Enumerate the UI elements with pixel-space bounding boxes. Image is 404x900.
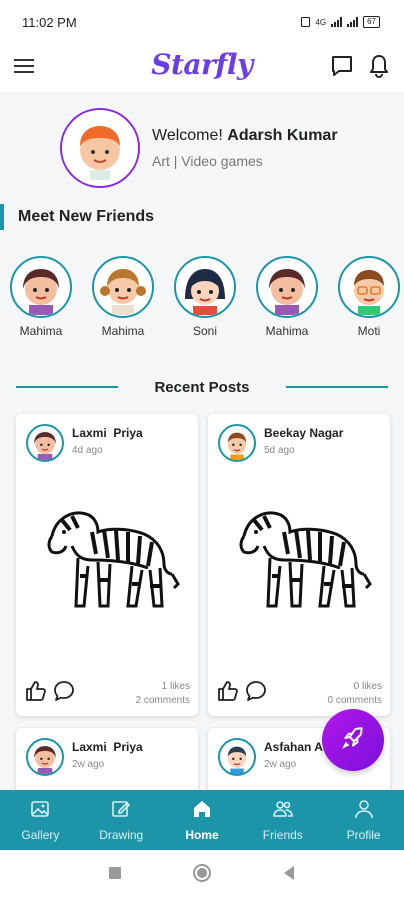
nav-label: Friends: [262, 827, 303, 842]
drawing-icon: [111, 799, 131, 824]
back-icon[interactable]: [282, 865, 296, 886]
status-bar: 11:02 PM 4G 67: [0, 0, 404, 44]
post-time: 4d ago: [72, 445, 103, 456]
friend-item[interactable]: Soni: [174, 256, 236, 338]
friend-item[interactable]: Mahima: [256, 256, 318, 338]
profile-icon: [354, 799, 374, 824]
nav-friends[interactable]: Friends: [242, 790, 323, 850]
system-nav-bar: [0, 850, 404, 900]
welcome-card: Welcome! Adarsh Kumar Art | Video games: [60, 108, 338, 188]
home-icon: [192, 799, 212, 824]
post-card[interactable]: Laxmi Priya 2w ago: [16, 728, 198, 790]
bottom-nav: Gallery Drawing Home Friends Profile: [0, 790, 404, 850]
nav-label: Drawing: [99, 827, 144, 842]
battery-icon: 67: [363, 16, 380, 28]
post-time: 5d ago: [264, 445, 295, 456]
nav-drawing[interactable]: Drawing: [81, 790, 162, 850]
status-icons: 4G 67: [301, 16, 380, 28]
nfc-icon: [301, 17, 311, 27]
friend-item[interactable]: Mahima: [10, 256, 72, 338]
friend-name: Mahima: [265, 324, 309, 338]
post-author-avatar[interactable]: [218, 738, 256, 776]
like-icon[interactable]: [216, 679, 240, 708]
like-icon[interactable]: [24, 679, 48, 708]
comments-count: 2 comments: [135, 695, 190, 706]
friend-name: Mahima: [101, 324, 145, 338]
nav-label: Gallery: [21, 827, 60, 842]
friend-avatar: [256, 256, 318, 318]
signal-2-icon: [347, 17, 359, 27]
comment-icon[interactable]: [52, 679, 76, 708]
menu-icon[interactable]: [14, 57, 36, 80]
post-author-name[interactable]: Laxmi Priya: [72, 426, 143, 440]
rocket-icon: [340, 725, 366, 756]
friend-item[interactable]: Mahima: [92, 256, 154, 338]
gallery-icon: [30, 799, 50, 824]
post-image[interactable]: [16, 476, 198, 646]
recent-posts-heading: Recent Posts: [0, 376, 404, 398]
post-time: 2w ago: [72, 759, 105, 770]
post-card[interactable]: Laxmi Priya 4d ago 1 likes 2 comments: [16, 414, 198, 716]
post-author-avatar[interactable]: [26, 424, 64, 462]
friend-avatar: [10, 256, 72, 318]
nav-gallery[interactable]: Gallery: [0, 790, 81, 850]
friend-name: Soni: [192, 324, 218, 338]
friend-name: Mahima: [19, 324, 63, 338]
app-header: Starfly: [0, 44, 404, 92]
user-avatar[interactable]: [60, 108, 140, 188]
post-card[interactable]: Beekay Nagar 5d ago 0 likes 0 comments: [208, 414, 390, 716]
divider: [286, 386, 388, 388]
bell-icon[interactable]: [368, 54, 390, 83]
friend-avatar: [92, 256, 154, 318]
meet-friends-heading: Meet New Friends: [0, 204, 154, 230]
friends-list: Mahima Mahima Soni Mahima Moti: [10, 256, 400, 338]
post-author-name[interactable]: Asfahan A: [264, 740, 323, 754]
nav-label: Profile: [346, 827, 381, 842]
post-author-name[interactable]: Laxmi Priya: [72, 740, 143, 754]
post-author-avatar[interactable]: [218, 424, 256, 462]
divider: [16, 386, 118, 388]
network-label: 4G: [315, 17, 327, 27]
greeting-label: Welcome!: [152, 127, 223, 144]
chat-icon[interactable]: [330, 54, 354, 83]
user-interests: Art | Video games: [152, 153, 263, 169]
friend-item[interactable]: Moti: [338, 256, 400, 338]
post-time: 2w ago: [264, 759, 297, 770]
user-name: Adarsh Kumar: [227, 127, 338, 144]
signal-icon: [331, 17, 343, 27]
post-author-name[interactable]: Beekay Nagar: [264, 426, 343, 440]
likes-count: 0 likes: [353, 681, 382, 692]
post-author-avatar[interactable]: [26, 738, 64, 776]
friend-name: Moti: [357, 324, 381, 338]
friend-avatar: [338, 256, 400, 318]
app-logo: Starfly: [151, 48, 253, 81]
post-image[interactable]: [208, 476, 390, 646]
comments-count: 0 comments: [327, 695, 382, 706]
main-content: Welcome! Adarsh Kumar Art | Video games …: [0, 92, 404, 790]
status-time: 11:02 PM: [22, 14, 77, 30]
likes-count: 1 likes: [161, 681, 190, 692]
create-post-button[interactable]: [322, 709, 384, 771]
home-button-icon[interactable]: [192, 863, 212, 888]
friend-avatar: [174, 256, 236, 318]
comment-icon[interactable]: [244, 679, 268, 708]
friends-icon: [272, 799, 294, 824]
welcome-greeting: Welcome! Adarsh Kumar: [152, 127, 338, 145]
recent-posts-title: Recent Posts: [154, 378, 250, 396]
recents-icon[interactable]: [108, 866, 122, 885]
nav-label: Home: [185, 827, 219, 842]
nav-home[interactable]: Home: [162, 790, 243, 850]
nav-profile[interactable]: Profile: [323, 790, 404, 850]
